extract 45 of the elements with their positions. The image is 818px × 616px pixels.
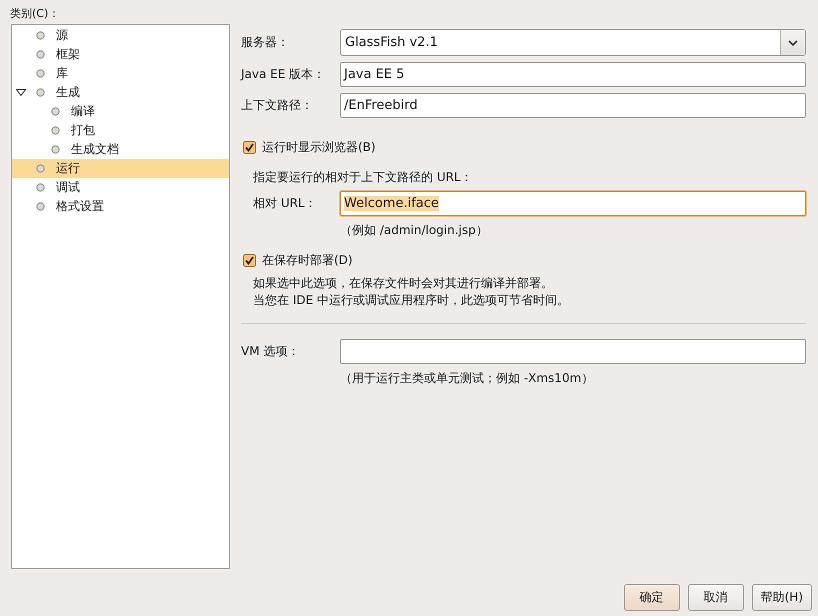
dialog-button[interactable]: 确定 [624,584,680,611]
bullet-icon [36,183,45,192]
field-label: Java EE 版本： [241,66,326,83]
tree-item[interactable]: 编译 [12,102,229,121]
checkbox[interactable] [243,140,256,154]
description-text: 当您在 IDE 中运行或调试应用程序时，此选项可节省时间。 [252,292,570,309]
tree-item[interactable]: 框架 [12,45,229,64]
dialog-button[interactable]: 取消 [688,584,744,611]
text-field[interactable]: Java EE 5 [340,62,806,87]
tree-item[interactable]: 打包 [12,121,229,140]
dialog-button[interactable]: 帮助(H) [752,584,812,611]
bullet-icon [36,31,45,40]
hint-text: （例如 /admin/login.jsp） [339,222,489,239]
tree-item[interactable]: 生成文档 [12,140,229,159]
note-text: 指定要运行的相对于上下文路径的 URL： [252,169,474,186]
tree-item[interactable]: 源 [12,26,229,45]
checkbox[interactable] [243,254,256,266]
bullet-icon [51,126,60,135]
bullet-icon [36,202,45,211]
bullet-icon [36,88,45,97]
tree-item[interactable]: 格式设置 [12,197,229,216]
checkbox-label: 在保存时部署(D) [262,252,353,268]
text-field[interactable]: /EnFreebird [340,93,806,118]
field-label: VM 选项： [241,343,300,360]
tree-item[interactable]: 运行 [12,159,229,178]
bullet-icon [51,107,60,116]
tree-item[interactable]: 库 [12,64,229,83]
collapse-icon[interactable] [16,89,26,96]
server-dropdown[interactable]: GlassFish v2.1 [340,29,806,56]
url-field[interactable]: Welcome.iface [340,191,806,216]
category-label: 类别(C)： [10,6,60,22]
field-label: 相对 URL： [253,195,318,212]
bullet-icon [36,164,45,173]
bullet-icon [36,69,45,78]
tree-item[interactable]: 调试 [12,178,229,197]
field-label: 上下文路径： [241,97,314,114]
hint-text: （用于运行主类或单元测试；例如 -Xms10m） [339,370,594,387]
bullet-icon [36,50,45,59]
field-label: 服务器： [241,34,290,51]
checkbox-label: 运行时显示浏览器(B) [262,138,376,156]
chevron-down-icon[interactable] [788,40,798,46]
description-text: 如果选中此选项，在保存文件时会对其进行编译并部署。 [252,275,554,292]
tree-item[interactable]: 生成 [12,83,229,102]
bullet-icon [51,145,60,154]
vm-options-field[interactable] [340,339,806,364]
